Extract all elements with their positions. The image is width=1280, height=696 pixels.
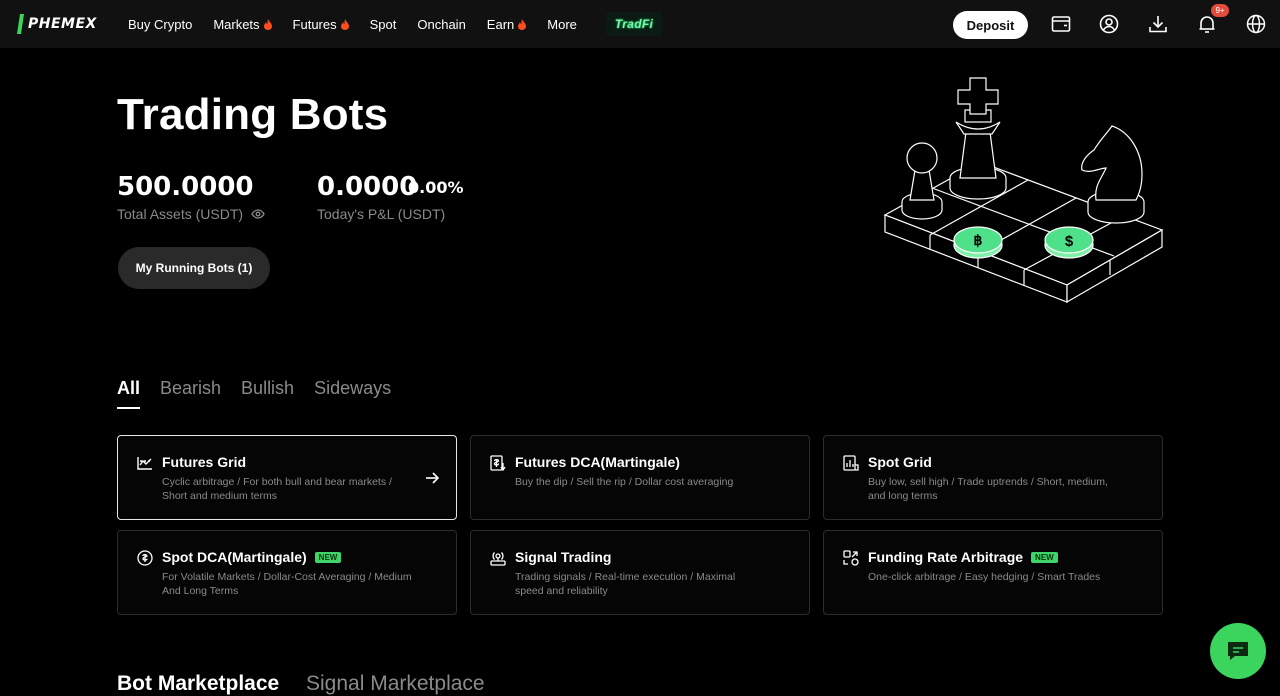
bot-card-funding-rate-arbitrage[interactable]: Funding Rate Arbitrage NEW One-click arbi… — [823, 530, 1163, 615]
globe-icon[interactable] — [1245, 13, 1267, 35]
card-title-text: Signal Trading — [515, 549, 612, 565]
card-title-text: Spot DCA(Martingale) — [162, 549, 307, 565]
strategy-tabs: All Bearish Bullish Sideways — [117, 378, 411, 411]
nav-label: Buy Crypto — [128, 16, 193, 32]
fire-icon — [263, 18, 272, 30]
tab-all[interactable]: All — [117, 378, 141, 409]
grid-chart-icon — [137, 457, 152, 470]
nav-label: More — [547, 16, 577, 32]
bot-card-signal-trading[interactable]: Signal Trading Trading signals / Real-ti… — [470, 530, 810, 615]
coin-icon — [137, 550, 153, 566]
deposit-button[interactable]: Deposit — [953, 11, 1028, 39]
card-title: Signal Trading — [515, 549, 611, 565]
tab-bearish[interactable]: Bearish — [160, 378, 221, 411]
card-title: Funding Rate Arbitrage NEW — [868, 549, 1058, 565]
nav-label: Earn — [486, 16, 515, 32]
dca-icon — [490, 455, 506, 471]
main-nav: Buy Crypto Markets Futures Spot Onchain … — [128, 0, 598, 48]
card-description: Buy low, sell high / Trade uptrends / Sh… — [868, 476, 1108, 502]
new-badge: NEW — [314, 551, 342, 563]
bot-card-spot-grid[interactable]: Spot Grid Buy low, sell high / Trade upt… — [823, 435, 1163, 520]
spot-grid-icon — [843, 455, 859, 471]
card-description: Trading signals / Real-time execution / … — [515, 571, 736, 597]
arrow-right-icon[interactable] — [424, 470, 440, 486]
arbitrage-icon — [843, 550, 859, 566]
card-title: Futures DCA(Martingale) — [515, 454, 680, 470]
pnl-label: Today's P&L (USDT) — [317, 206, 446, 222]
eye-icon[interactable] — [251, 209, 265, 219]
pnl-percent: 0.00% — [408, 178, 464, 197]
chat-icon — [1228, 642, 1248, 660]
tradfi-banner[interactable]: TradFi — [606, 12, 662, 36]
support-chat-button[interactable] — [1210, 623, 1266, 679]
nav-label: Onchain — [417, 16, 466, 32]
wallet-icon[interactable] — [1050, 13, 1072, 35]
card-description: One-click arbitrage / Easy hedging / Sma… — [868, 571, 1101, 583]
bot-card-futures-grid[interactable]: Futures Grid Cyclic arbitrage / For both… — [117, 435, 457, 520]
card-title: Spot DCA(Martingale) NEW — [162, 549, 342, 565]
page-title: Trading Bots — [117, 90, 389, 139]
nav-item-futures[interactable]: Futures — [293, 17, 349, 32]
nav-item-spot[interactable]: Spot — [370, 17, 397, 32]
tradfi-label: TradFi — [614, 17, 654, 31]
card-title-text: Spot Grid — [868, 454, 932, 470]
logo-mark-icon — [17, 14, 24, 34]
bot-card-futures-dca[interactable]: Futures DCA(Martingale) Buy the dip / Se… — [470, 435, 810, 520]
my-running-bots-button[interactable]: My Running Bots (1) — [118, 247, 270, 289]
signal-icon — [490, 552, 506, 566]
tab-signal-marketplace[interactable]: Signal Marketplace — [306, 672, 485, 696]
nav-label: Markets — [213, 16, 260, 32]
nav-label: Spot — [369, 16, 397, 32]
svg-text:฿: ฿ — [974, 232, 983, 248]
card-description: For Volatile Markets / Dollar-Cost Avera… — [162, 571, 412, 597]
card-title: Futures Grid — [162, 454, 246, 470]
logo-text: PHEMEX — [28, 16, 97, 32]
tab-bullish[interactable]: Bullish — [241, 378, 294, 411]
download-icon[interactable] — [1147, 13, 1169, 35]
tab-sideways[interactable]: Sideways — [314, 378, 391, 411]
notification-badge: 9+ — [1211, 4, 1229, 17]
account-icon[interactable] — [1098, 13, 1120, 35]
svg-text:$: $ — [1065, 233, 1074, 250]
nav-item-markets[interactable]: Markets — [213, 16, 272, 32]
top-navigation-bar: PHEMEX Buy Crypto Markets Futures Spot O… — [0, 0, 1280, 48]
card-title: Spot Grid — [868, 454, 932, 470]
card-description: Cyclic arbitrage / For both bull and bea… — [162, 476, 392, 502]
card-title-text: Futures DCA(Martingale) — [515, 454, 680, 470]
card-description: Buy the dip / Sell the rip / Dollar cost… — [515, 476, 734, 488]
fire-icon — [340, 18, 349, 30]
tab-bot-marketplace[interactable]: Bot Marketplace — [117, 672, 279, 696]
phemex-logo[interactable]: PHEMEX — [16, 14, 97, 34]
total-assets-label: Total Assets (USDT) — [117, 206, 244, 222]
total-assets-value: 500.0000 — [117, 172, 254, 202]
nav-item-more[interactable]: More — [547, 17, 577, 32]
fire-icon — [518, 18, 527, 30]
chess-board-illustration: ฿ $ — [883, 77, 1164, 304]
total-assets-label-row: Total Assets (USDT) — [117, 206, 265, 222]
card-title-text: Futures Grid — [162, 454, 247, 470]
nav-item-earn[interactable]: Earn — [486, 16, 527, 32]
nav-item-buy-crypto[interactable]: Buy Crypto — [128, 17, 192, 32]
nav-item-onchain[interactable]: Onchain — [417, 17, 465, 32]
nav-label: Futures — [292, 16, 337, 32]
card-title-text: Funding Rate Arbitrage — [868, 549, 1024, 565]
bot-card-spot-dca[interactable]: Spot DCA(Martingale) NEW For Volatile Mar… — [117, 530, 457, 615]
new-badge: NEW — [1031, 551, 1058, 563]
pnl-value: 0.0000 — [317, 172, 418, 202]
